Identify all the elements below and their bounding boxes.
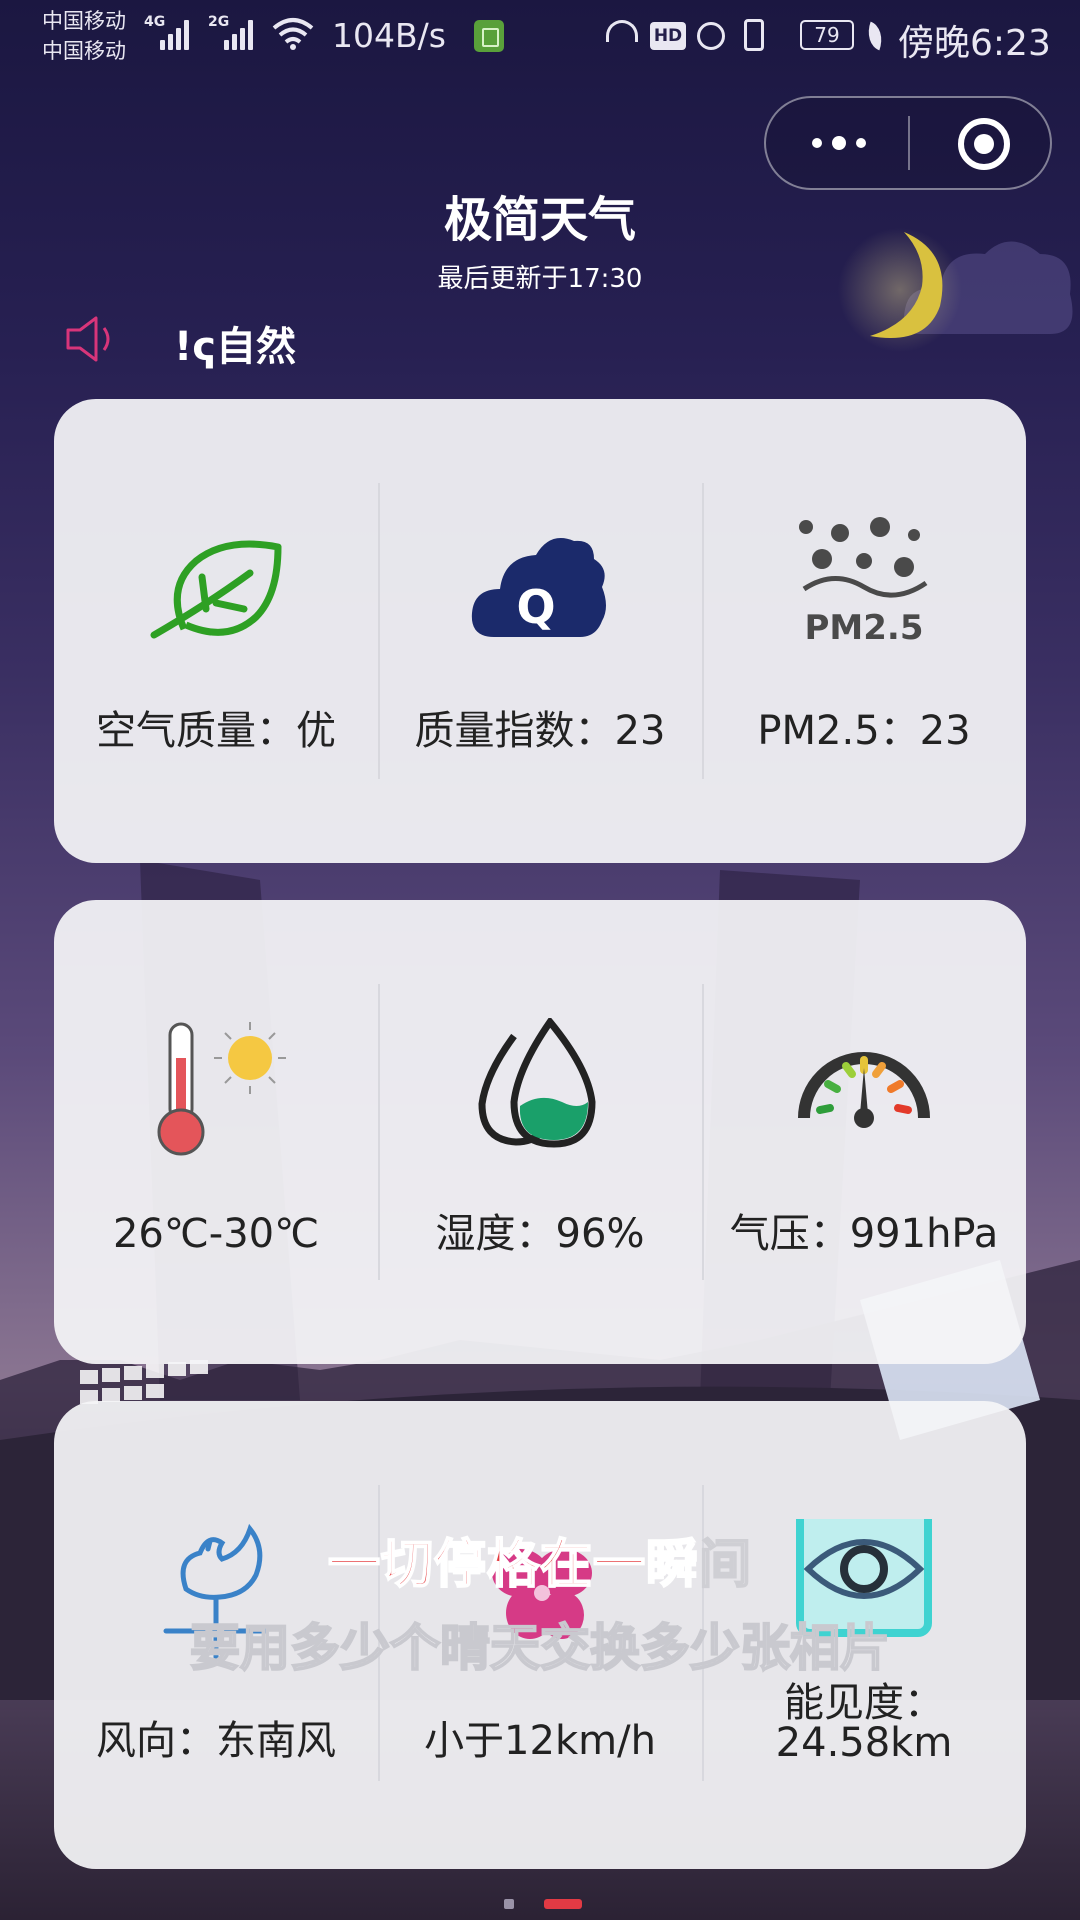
carrier-1: 中国移动 [42,9,126,33]
close-miniprogram-icon[interactable] [958,118,1010,170]
more-dots-icon[interactable] [806,128,886,158]
visibility-label: 能见度： 24.58km [702,1683,1026,1763]
air-quality-cell: 空气质量：优 [54,399,378,863]
network-speed: 104B/s [332,16,446,55]
alarm-icon [697,22,725,50]
wifi-icon [272,18,314,50]
pm25-cell: PM2.5 PM2.5：23 [702,399,1026,863]
wind-speed-label: 小于12km/h [424,1718,656,1764]
page-dot[interactable] [504,1899,514,1909]
visibility-label-line1: 能见度： [784,1680,944,1726]
cloud-q-icon: Q [471,538,606,637]
signal-bars-icon [160,18,196,50]
vibrate-icon [744,19,764,51]
hd-icon: HD [650,22,686,50]
capsule-divider [908,116,910,170]
signal-bars-2-icon [224,18,260,50]
pm25-icon: PM2.5 [799,517,928,648]
clipboard-app-icon [474,20,504,52]
page-indicator [0,1897,1080,1913]
notice-marquee-text: ҁ自然! [174,324,296,370]
pm25-label: PM2.5：23 [757,708,971,754]
weather-detail-card: 26℃-30℃ 湿度：96% 气压：991hPa [54,900,1026,1364]
power-saving-leaf-icon [862,21,888,51]
humidity-cell: 湿度：96% [378,900,702,1364]
lyric-line-2: 要用多少个晴天交换多少张相片 [189,1618,891,1678]
quality-index-cell: Q 质量指数：23 [378,399,702,863]
temperature-range-label: 26℃-30℃ [112,1211,320,1257]
status-bar: 中国移动 中国移动 4G 2G 104B/s HD 79 傍晚6:23 [0,0,1080,74]
air-quality-card: 空气质量：优 Q 质量指数：23 PM2.5 PM2.5：23 [54,399,1026,863]
lyric-line-1: 一切停格在一瞬间 [0,1522,1080,1597]
battery-icon: 79 [800,20,854,50]
leaf-icon [150,540,282,639]
svg-text:Q: Q [516,580,555,634]
moon-icon [838,228,962,352]
pressure-gauge-icon [798,1052,930,1128]
lyric-line-1-highlight: 一切停格在一瞬 [327,1534,699,1596]
carrier-labels: 中国移动 中国移动 [42,6,126,66]
quality-index-label: 质量指数：23 [414,708,666,754]
pressure-cell: 气压：991hPa [702,900,1026,1364]
pressure-label: 气压：991hPa [729,1211,999,1257]
wind-direction-label: 风向：东南风 [96,1718,336,1764]
miniprogram-capsule [764,96,1052,190]
air-quality-label: 空气质量：优 [96,708,336,754]
temperature-cell: 26℃-30℃ [54,900,378,1364]
status-clock: 傍晚6:23 [898,23,1051,64]
svg-text:PM2.5: PM2.5 [805,608,924,648]
page-dot-active[interactable] [544,1899,582,1909]
humidity-label: 湿度：96% [435,1211,645,1257]
speaker-icon [66,316,110,362]
lyric-line-1-rest: 间 [698,1534,753,1596]
humidity-drops-icon [478,1018,596,1148]
carrier-2: 中国移动 [42,39,126,63]
thermometer-sun-icon [157,1022,286,1156]
headset-icon [606,20,638,42]
visibility-label-line2: 24.58km [775,1720,953,1766]
